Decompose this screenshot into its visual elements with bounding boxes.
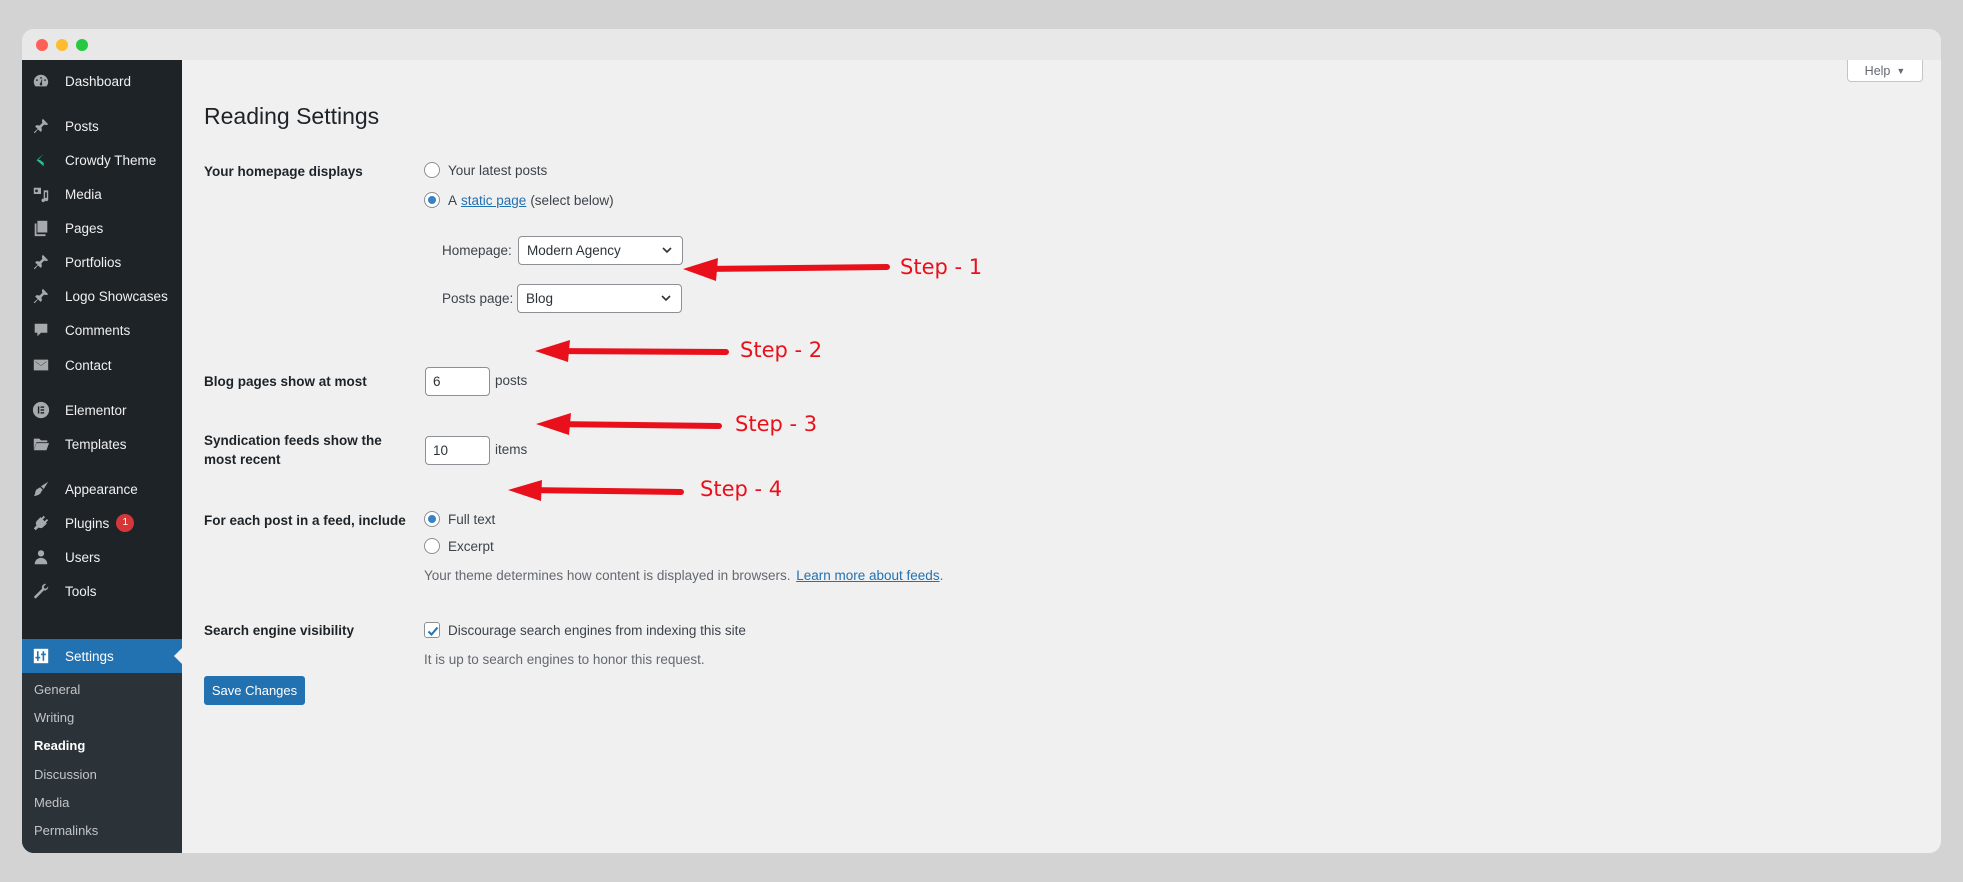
step-1-arrow: [683, 258, 890, 281]
step-2-arrow: [535, 340, 729, 362]
step-1-label: Step - 1: [900, 255, 983, 279]
step-4-arrow: [508, 480, 684, 501]
step-3-label: Step - 3: [735, 412, 818, 436]
step-2-label: Step - 2: [740, 338, 823, 362]
step-4-label: Step - 4: [700, 477, 783, 501]
step-3-arrow: [536, 413, 722, 435]
annotation-layer: [508, 258, 890, 501]
